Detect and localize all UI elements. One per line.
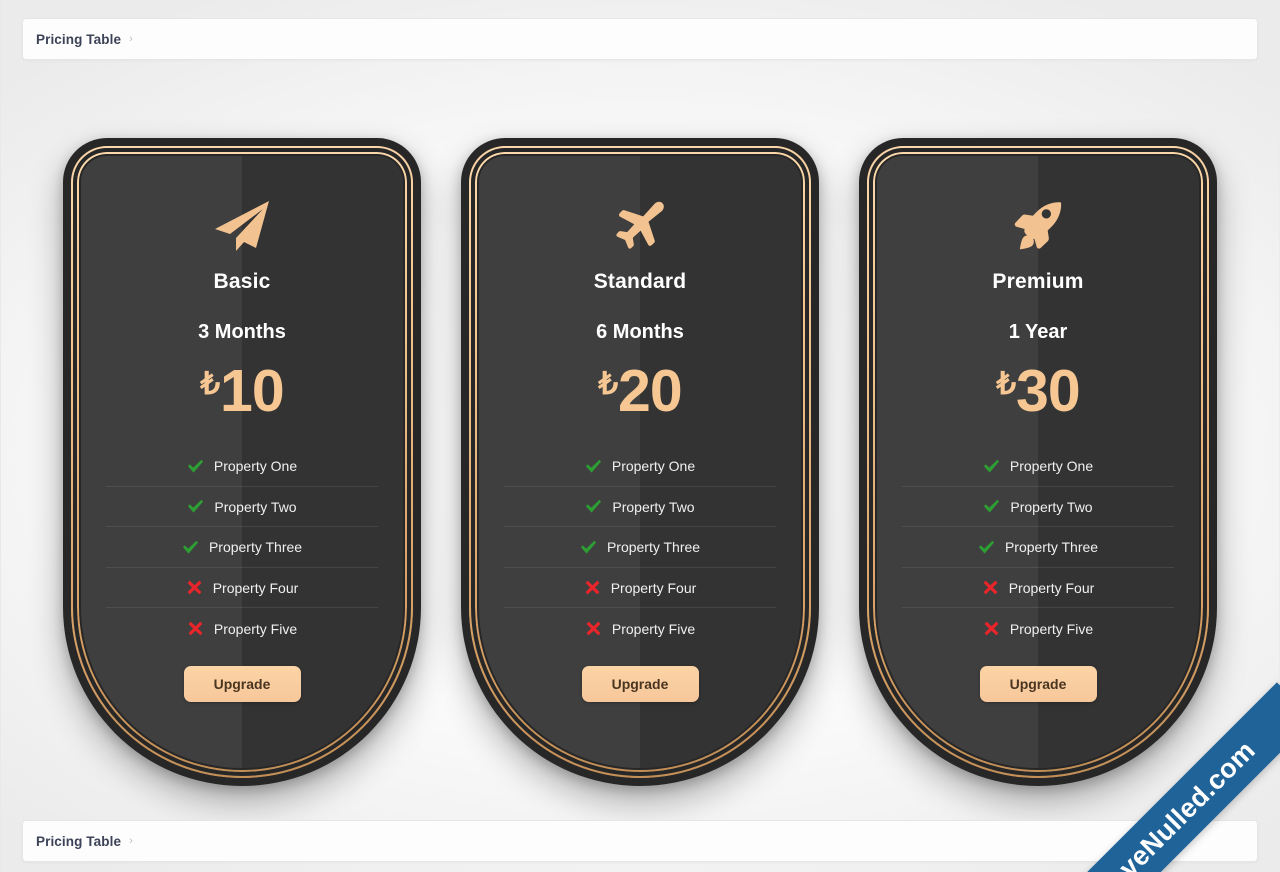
feature-label: Property Five [611, 620, 696, 637]
check-icon [585, 458, 602, 475]
pricing-card-basic: Basic 3 Months ₺ 10 Property One Propert… [63, 138, 421, 786]
feature-label: Property Four [1008, 579, 1095, 596]
plan-period: 1 Year [1008, 321, 1068, 343]
cross-icon [187, 620, 204, 637]
bottom-pricing-table-panel: Pricing Table › [22, 820, 1258, 862]
feature-row: Property Two [106, 487, 378, 528]
plan-name: Premium [992, 270, 1084, 293]
feature-label: Property One [213, 458, 298, 475]
card-face: Basic 3 Months ₺ 10 Property One Propert… [81, 156, 403, 768]
feature-label: Property Two [214, 498, 297, 515]
check-icon [580, 539, 597, 556]
feature-row: Property Five [902, 608, 1174, 649]
plan-period: 3 Months [198, 321, 286, 343]
feature-row: Property Three [902, 527, 1174, 568]
plan-price: ₺ 30 [996, 358, 1081, 424]
feature-list: Property One Property Two Property Three… [504, 446, 776, 649]
chevron-right-icon: › [129, 32, 133, 45]
pricing-cards-row: Basic 3 Months ₺ 10 Property One Propert… [0, 138, 1280, 788]
feature-label: Property Two [1010, 498, 1093, 515]
price-amount: 10 [220, 358, 285, 424]
price-amount: 20 [618, 358, 683, 424]
check-icon [585, 498, 602, 515]
feature-list: Property One Property Two Property Three… [106, 446, 378, 649]
cross-icon [983, 620, 1000, 637]
feature-label: Property Four [610, 579, 697, 596]
feature-row: Property Two [902, 487, 1174, 528]
check-icon [187, 458, 204, 475]
check-icon [983, 458, 1000, 475]
feature-row: Property Five [504, 608, 776, 649]
feature-label: Property Three [1004, 539, 1099, 556]
feature-label: Property Two [612, 498, 695, 515]
plan-name: Basic [213, 270, 271, 293]
airplane-icon [607, 196, 673, 256]
feature-label: Property One [611, 458, 696, 475]
card-face: Premium 1 Year ₺ 30 Property One Propert… [877, 156, 1199, 768]
rocket-icon [1005, 196, 1071, 256]
cross-icon [584, 579, 601, 596]
upgrade-button[interactable]: Upgrade [581, 666, 699, 702]
plan-period: 6 Months [596, 321, 684, 343]
top-panel-title: Pricing Table [36, 31, 122, 47]
price-currency-symbol: ₺ [200, 366, 220, 401]
price-currency-symbol: ₺ [598, 366, 618, 401]
card-face: Standard 6 Months ₺ 20 Property One Prop… [479, 156, 801, 768]
pricing-card-premium: Premium 1 Year ₺ 30 Property One Propert… [859, 138, 1217, 786]
cross-icon [585, 620, 602, 637]
feature-label: Property Five [213, 620, 298, 637]
feature-label: Property Five [1009, 620, 1094, 637]
feature-row: Property One [106, 446, 378, 487]
price-currency-symbol: ₺ [996, 366, 1016, 401]
feature-label: Property Three [208, 539, 303, 556]
feature-row: Property One [902, 446, 1174, 487]
upgrade-button[interactable]: Upgrade [183, 666, 301, 702]
feature-row: Property One [504, 446, 776, 487]
cross-icon [982, 579, 999, 596]
upgrade-button[interactable]: Upgrade [979, 666, 1097, 702]
feature-row: Property Five [106, 608, 378, 649]
feature-row: Property Three [106, 527, 378, 568]
check-icon [187, 498, 204, 515]
pricing-card-standard: Standard 6 Months ₺ 20 Property One Prop… [461, 138, 819, 786]
top-pricing-table-panel: Pricing Table › [22, 18, 1258, 60]
feature-label: Property Three [606, 539, 701, 556]
bottom-panel-title: Pricing Table [36, 833, 122, 849]
feature-row: Property Four [106, 568, 378, 609]
paper-plane-icon [209, 196, 275, 256]
price-amount: 30 [1016, 358, 1081, 424]
chevron-right-icon: › [129, 834, 133, 847]
check-icon [978, 539, 995, 556]
feature-row: Property Three [504, 527, 776, 568]
check-icon [182, 539, 199, 556]
feature-label: Property One [1009, 458, 1094, 475]
plan-name: Standard [593, 270, 687, 293]
feature-row: Property Four [504, 568, 776, 609]
feature-row: Property Two [504, 487, 776, 528]
plan-price: ₺ 20 [598, 358, 683, 424]
plan-price: ₺ 10 [200, 358, 285, 424]
feature-row: Property Four [902, 568, 1174, 609]
feature-list: Property One Property Two Property Three… [902, 446, 1174, 649]
cross-icon [186, 579, 203, 596]
feature-label: Property Four [212, 579, 299, 596]
check-icon [983, 498, 1000, 515]
